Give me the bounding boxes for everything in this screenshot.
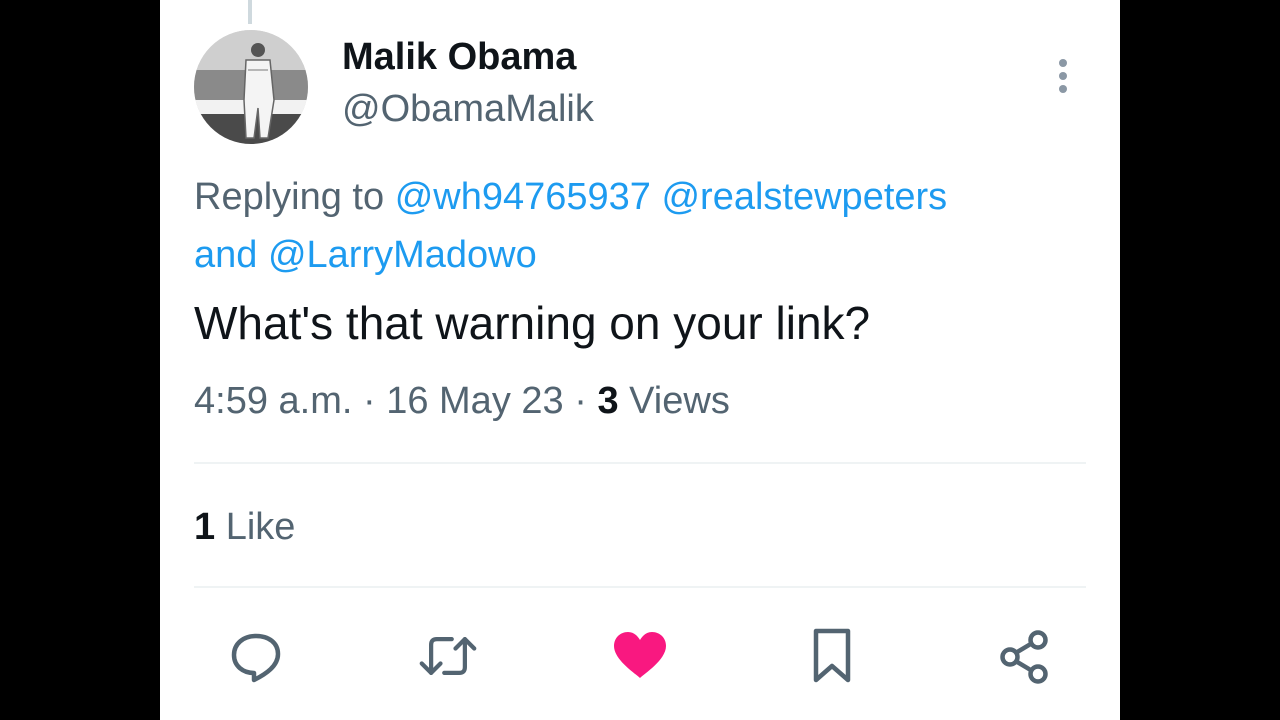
divider	[194, 462, 1086, 464]
thread-connector-line	[248, 0, 252, 24]
replying-to-line: Replying to @wh94765937 @realstewpeters	[194, 176, 1094, 219]
views-label: Views	[629, 380, 730, 422]
mention-link[interactable]: @wh94765937	[395, 176, 651, 218]
heart-icon	[614, 632, 666, 678]
share-button[interactable]	[994, 626, 1054, 686]
author-name[interactable]: Malik Obama	[342, 36, 576, 79]
bookmark-icon	[813, 628, 851, 683]
views-count: 3	[597, 380, 619, 422]
mention-joiner: and	[194, 234, 258, 276]
likes-stat[interactable]: 1 Like	[194, 506, 295, 549]
tweet-text: What's that warning on your link?	[194, 297, 871, 349]
tweet-meta: 4:59 a.m. · 16 May 23 · 3 Views	[194, 380, 730, 423]
meta-separator: ·	[574, 380, 587, 422]
share-icon	[1000, 630, 1048, 684]
replying-to-label: Replying to	[194, 176, 385, 218]
mention-link[interactable]: @realstewpeters	[661, 176, 947, 218]
more-options-icon[interactable]	[1048, 56, 1078, 96]
likes-count: 1	[194, 506, 216, 548]
replying-to-line-continued: and @LarryMadowo	[194, 234, 1094, 277]
avatar[interactable]	[194, 30, 308, 144]
bookmark-button[interactable]	[802, 626, 862, 686]
mention-link[interactable]: @LarryMadowo	[268, 234, 537, 276]
retweet-icon	[419, 637, 477, 675]
like-button[interactable]	[610, 626, 670, 686]
tweet-date[interactable]: 16 May 23	[386, 380, 563, 422]
tweet-time[interactable]: 4:59 a.m.	[194, 380, 352, 422]
meta-separator: ·	[362, 380, 376, 422]
avatar-photo	[194, 30, 308, 144]
reply-button[interactable]	[226, 626, 286, 686]
author-handle[interactable]: @ObamaMalik	[342, 88, 594, 131]
speech-bubble-icon	[231, 633, 281, 683]
likes-label: Like	[225, 506, 296, 548]
divider	[194, 586, 1086, 588]
tweet-detail-panel: Malik Obama @ObamaMalik Replying to @wh9…	[160, 0, 1120, 720]
retweet-button[interactable]	[418, 626, 478, 686]
